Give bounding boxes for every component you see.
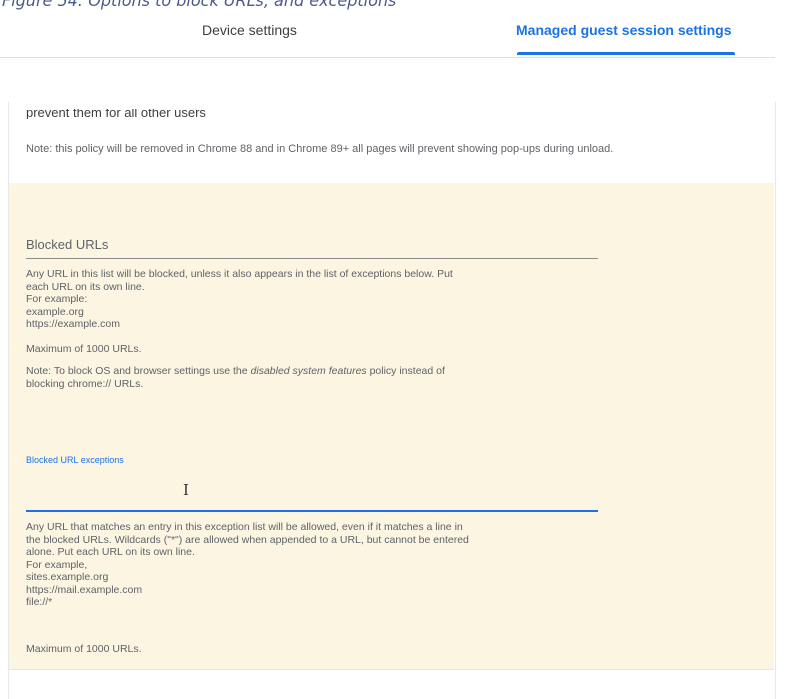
blocked-urls-field-underline[interactable] — [26, 258, 598, 259]
help-line: the blocked URLs. Wildcards ("*") are al… — [26, 533, 469, 546]
section-bottom-divider — [9, 669, 774, 670]
text-cursor-icon: I — [183, 481, 189, 499]
blocked-urls-note: Note: To block OS and browser settings u… — [26, 365, 586, 390]
previous-policy-note: Note: this policy will be removed in Chr… — [26, 143, 614, 155]
help-line: example.org — [26, 305, 84, 318]
help-line: For example, — [26, 558, 88, 571]
help-line: https://example.com — [26, 318, 120, 330]
tab-managed-guest-session-settings[interactable]: Managed guest session settings — [516, 22, 732, 38]
blocked-urls-maximum: Maximum of 1000 URLs. — [26, 343, 142, 355]
help-line: For example: — [26, 293, 88, 305]
help-line: Any URL in this list will be blocked, un… — [26, 268, 453, 280]
figure-caption: Figure 54: Options to block URLs, and ex… — [2, 0, 397, 10]
help-line: blocking chrome:// URLs. — [26, 377, 144, 390]
help-line: https://mail.example.com — [26, 583, 143, 596]
blocked-urls-title: Blocked URLs — [26, 237, 109, 252]
disabled-system-features-emphasis: disabled system features — [250, 365, 367, 377]
help-line: Any URL that matches an entry in this ex… — [26, 521, 463, 533]
exceptions-maximum: Maximum of 1000 URLs. — [26, 643, 142, 655]
settings-tab-bar: Device settings Managed guest session se… — [0, 12, 790, 58]
help-line: file://* — [26, 596, 53, 608]
help-line: each URL on its own line. — [26, 280, 145, 293]
active-tab-indicator — [517, 52, 735, 55]
blocked-url-exceptions-label[interactable]: Blocked URL exceptions — [26, 455, 124, 465]
help-line: sites.example.org — [26, 571, 109, 583]
help-line: alone. Put each URL on its own line. — [26, 546, 195, 558]
previous-policy-cut-text: prevent them for all other users — [26, 109, 206, 119]
tab-bar-divider — [0, 57, 775, 58]
tab-device-settings[interactable]: Device settings — [202, 22, 297, 38]
exceptions-help: Any URL that matches an entry in this ex… — [26, 521, 586, 609]
blocked-url-exceptions-input[interactable] — [26, 470, 598, 512]
blocked-urls-help: Any URL in this list will be blocked, un… — [26, 268, 586, 331]
